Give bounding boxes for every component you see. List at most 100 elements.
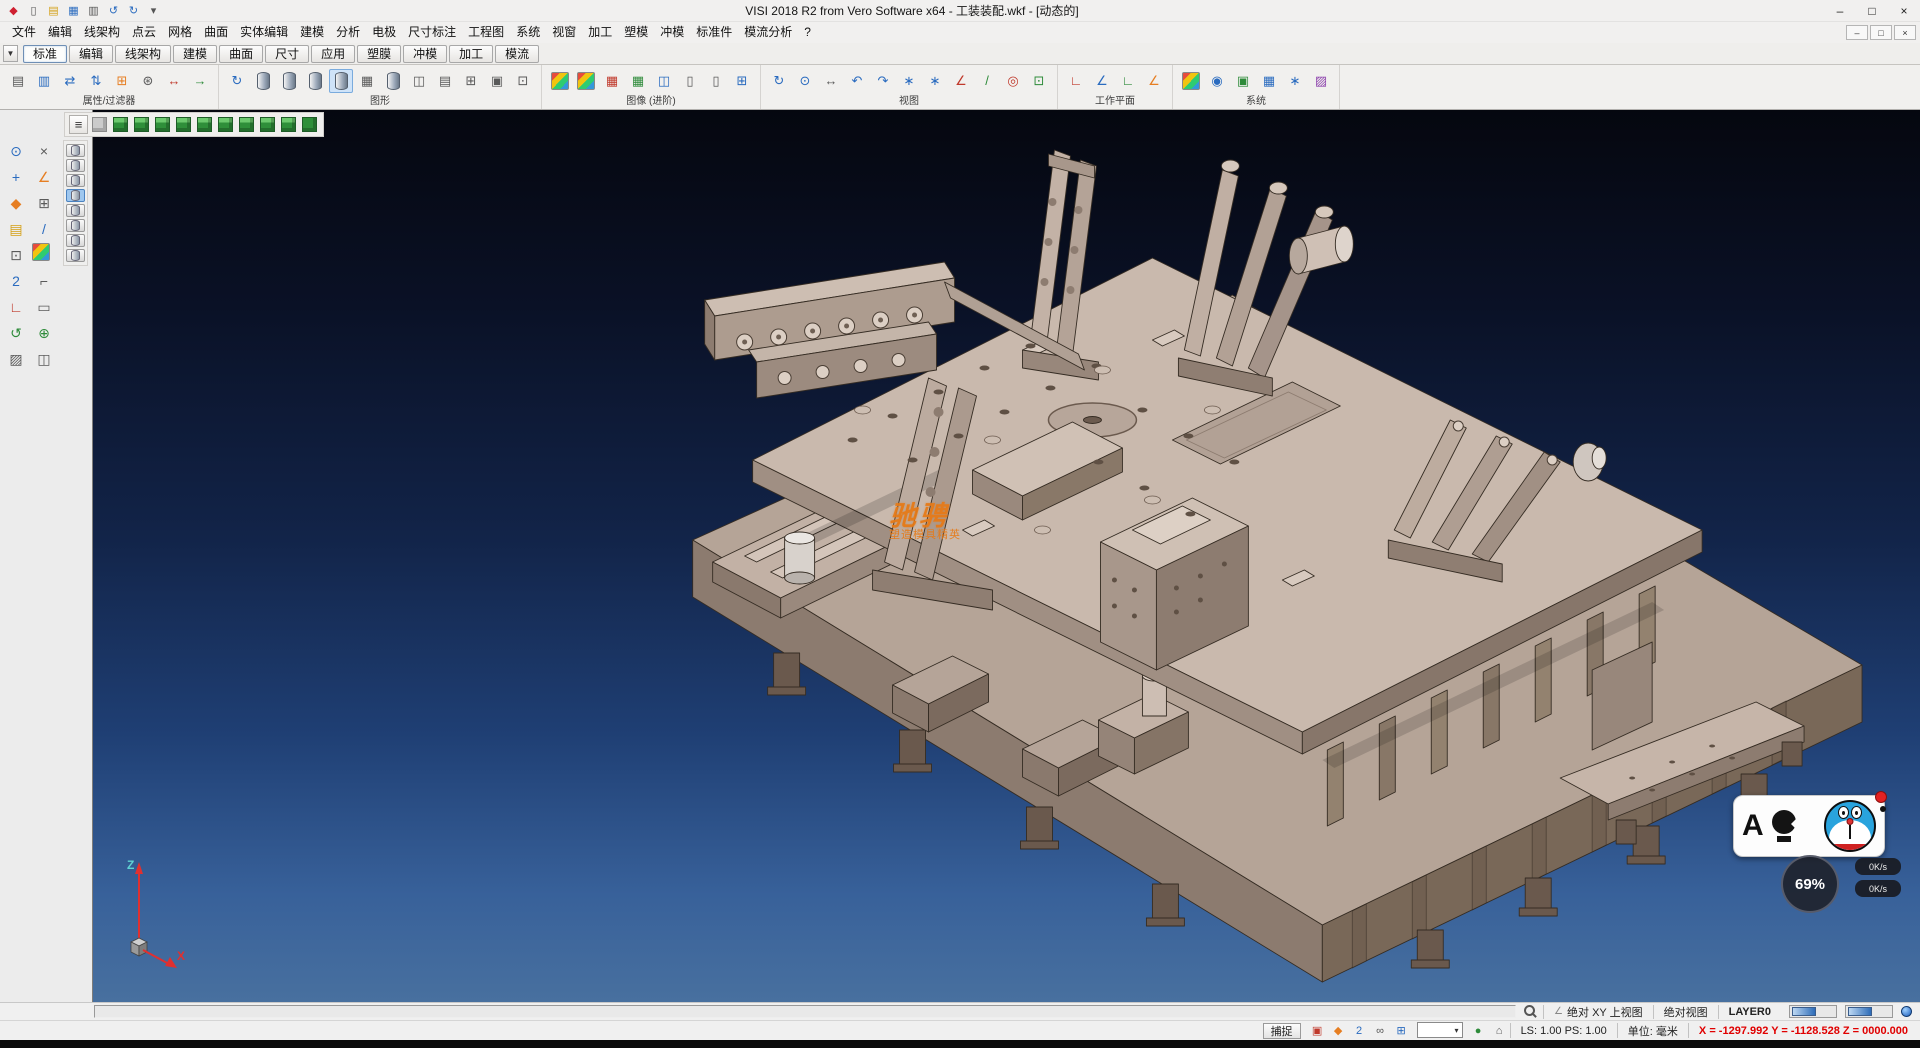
regen-icon[interactable]: ↻: [225, 69, 249, 93]
properties-icon[interactable]: ▤: [6, 69, 30, 93]
mdi-minimize-button[interactable]: –: [1846, 25, 1868, 40]
sketch-tool-icon[interactable]: /: [32, 217, 56, 241]
zoom-all-icon[interactable]: ∗: [897, 69, 921, 93]
open-file-icon[interactable]: ▤: [44, 2, 63, 19]
mdi-close-button[interactable]: ×: [1894, 25, 1916, 40]
viewcube-right-icon[interactable]: [155, 117, 170, 132]
measure-tool-icon[interactable]: ∠: [32, 165, 56, 189]
undo-icon[interactable]: ↺: [104, 2, 123, 19]
color-swatch-2[interactable]: [1845, 1005, 1893, 1018]
status-globe-icon[interactable]: [1901, 1006, 1912, 1017]
workplane-view-icon[interactable]: ∠: [1142, 69, 1166, 93]
apply-icon[interactable]: →: [188, 69, 212, 93]
menu-item[interactable]: 尺寸标注: [402, 23, 462, 42]
undo-tool-icon[interactable]: ↺: [4, 321, 28, 345]
grid-tool-icon[interactable]: ⊞: [32, 191, 56, 215]
point-tool-icon[interactable]: +: [4, 165, 28, 189]
net-percent-badge[interactable]: 69%: [1781, 855, 1839, 913]
view-orientation-status[interactable]: ∠绝对 XY 上视图: [1543, 1005, 1653, 1019]
print-icon[interactable]: ▥: [84, 2, 103, 19]
search-icon[interactable]: [1524, 1005, 1537, 1018]
menu-item[interactable]: 曲面: [198, 23, 234, 42]
zoom-extents-icon[interactable]: ∗: [923, 69, 947, 93]
workplane-3pt-icon[interactable]: ∟: [1116, 69, 1140, 93]
transfer-filter-icon[interactable]: ⇅: [84, 69, 108, 93]
display-mode-8-icon[interactable]: [66, 249, 85, 262]
world-icon[interactable]: ◉: [1205, 69, 1229, 93]
menu-item[interactable]: 文件: [6, 23, 42, 42]
tab[interactable]: 线架构: [115, 45, 171, 63]
autosave-icon[interactable]: ▣: [1308, 1022, 1327, 1039]
system-grid-icon[interactable]: ▦: [1257, 69, 1281, 93]
menu-item[interactable]: 电极: [366, 23, 402, 42]
layer-stack-icon[interactable]: ▤: [433, 69, 457, 93]
tab[interactable]: 建模: [173, 45, 217, 63]
menu-item[interactable]: 系统: [510, 23, 546, 42]
menu-item[interactable]: 编辑: [42, 23, 78, 42]
axis-tool-icon[interactable]: ∟: [4, 295, 28, 319]
display-mode-4-icon[interactable]: [66, 189, 85, 202]
menu-item[interactable]: 点云: [126, 23, 162, 42]
viewcube-solid-icon[interactable]: [302, 117, 317, 132]
visi-logo-icon[interactable]: ◆: [4, 2, 23, 19]
viewcube-iso-icon[interactable]: [239, 117, 254, 132]
refresh-system-icon[interactable]: ∗: [1283, 69, 1307, 93]
render-image-icon[interactable]: ▦: [551, 72, 569, 90]
previous-view-icon[interactable]: ↶: [845, 69, 869, 93]
workplane-align-icon[interactable]: ∠: [1090, 69, 1114, 93]
menu-item[interactable]: 模流分析: [738, 23, 798, 42]
tab[interactable]: 应用: [311, 45, 355, 63]
wireframe-box-icon[interactable]: ▦: [355, 69, 379, 93]
render-image2-icon[interactable]: ▦: [577, 72, 595, 90]
window-system-icon[interactable]: ▣: [1231, 69, 1255, 93]
layers-tool-icon[interactable]: ▤: [4, 217, 28, 241]
mascot-widget-card[interactable]: A: [1733, 795, 1885, 857]
snap-dropdown[interactable]: ▾: [1417, 1022, 1463, 1038]
edit-mode-icon[interactable]: 2: [1350, 1022, 1369, 1039]
sphere-tool-icon[interactable]: ◆: [4, 191, 28, 215]
close-button[interactable]: ×: [1888, 0, 1920, 21]
menu-item[interactable]: 实体编辑: [234, 23, 294, 42]
swap-filter-icon[interactable]: ⇄: [58, 69, 82, 93]
display-mode-6-icon[interactable]: [66, 219, 85, 232]
render-stop-icon[interactable]: ▦: [600, 69, 624, 93]
grid-snap-icon[interactable]: ⊞: [1392, 1022, 1411, 1039]
tab[interactable]: 冲模: [403, 45, 447, 63]
menu-item[interactable]: 冲模: [654, 23, 690, 42]
move-icon[interactable]: ↔: [162, 69, 186, 93]
system-tiles-icon[interactable]: ▦: [1182, 72, 1200, 90]
display-mode-5-icon[interactable]: [66, 204, 85, 217]
image-settings-icon[interactable]: ⊞: [730, 69, 754, 93]
viewcube-bottom-icon[interactable]: [218, 117, 233, 132]
select-tool-icon[interactable]: ⊙: [4, 139, 28, 163]
grid-display-icon[interactable]: ⊞: [459, 69, 483, 93]
target-view-icon[interactable]: ◎: [1001, 69, 1025, 93]
menu-item[interactable]: 分析: [330, 23, 366, 42]
menu-item[interactable]: 视窗: [546, 23, 582, 42]
shading-toggle-icon[interactable]: [329, 69, 353, 93]
menu-item[interactable]: 标准件: [690, 23, 738, 42]
box-tool-icon[interactable]: ⊡: [4, 243, 28, 267]
next-view-icon[interactable]: ↷: [871, 69, 895, 93]
shaded-cylinder-icon[interactable]: [251, 69, 275, 93]
tab[interactable]: 塑膜: [357, 45, 401, 63]
minimize-button[interactable]: –: [1824, 0, 1856, 21]
viewcube-iso2-icon[interactable]: [260, 117, 275, 132]
display-mode-1-icon[interactable]: [66, 144, 85, 157]
maximize-button[interactable]: □: [1856, 0, 1888, 21]
rect-tool-icon[interactable]: ▭: [32, 295, 56, 319]
multi-view-icon[interactable]: ▣: [485, 69, 509, 93]
mdi-restore-button[interactable]: □: [1870, 25, 1892, 40]
render-start-icon[interactable]: ▦: [626, 69, 650, 93]
menu-item[interactable]: 加工: [582, 23, 618, 42]
viewcube-gray-icon[interactable]: [92, 117, 107, 132]
home-view-icon[interactable]: ⌂: [1490, 1022, 1509, 1039]
filter-icon[interactable]: ▥: [32, 69, 56, 93]
corner-tool-icon[interactable]: ⌐: [32, 269, 56, 293]
tab[interactable]: 尺寸: [265, 45, 309, 63]
viewbar-menu-icon[interactable]: ≡: [69, 115, 88, 134]
tab[interactable]: 编辑: [69, 45, 113, 63]
viewcube-back-icon[interactable]: [197, 117, 212, 132]
menu-item[interactable]: 塑模: [618, 23, 654, 42]
new-file-icon[interactable]: ▯: [24, 2, 43, 19]
